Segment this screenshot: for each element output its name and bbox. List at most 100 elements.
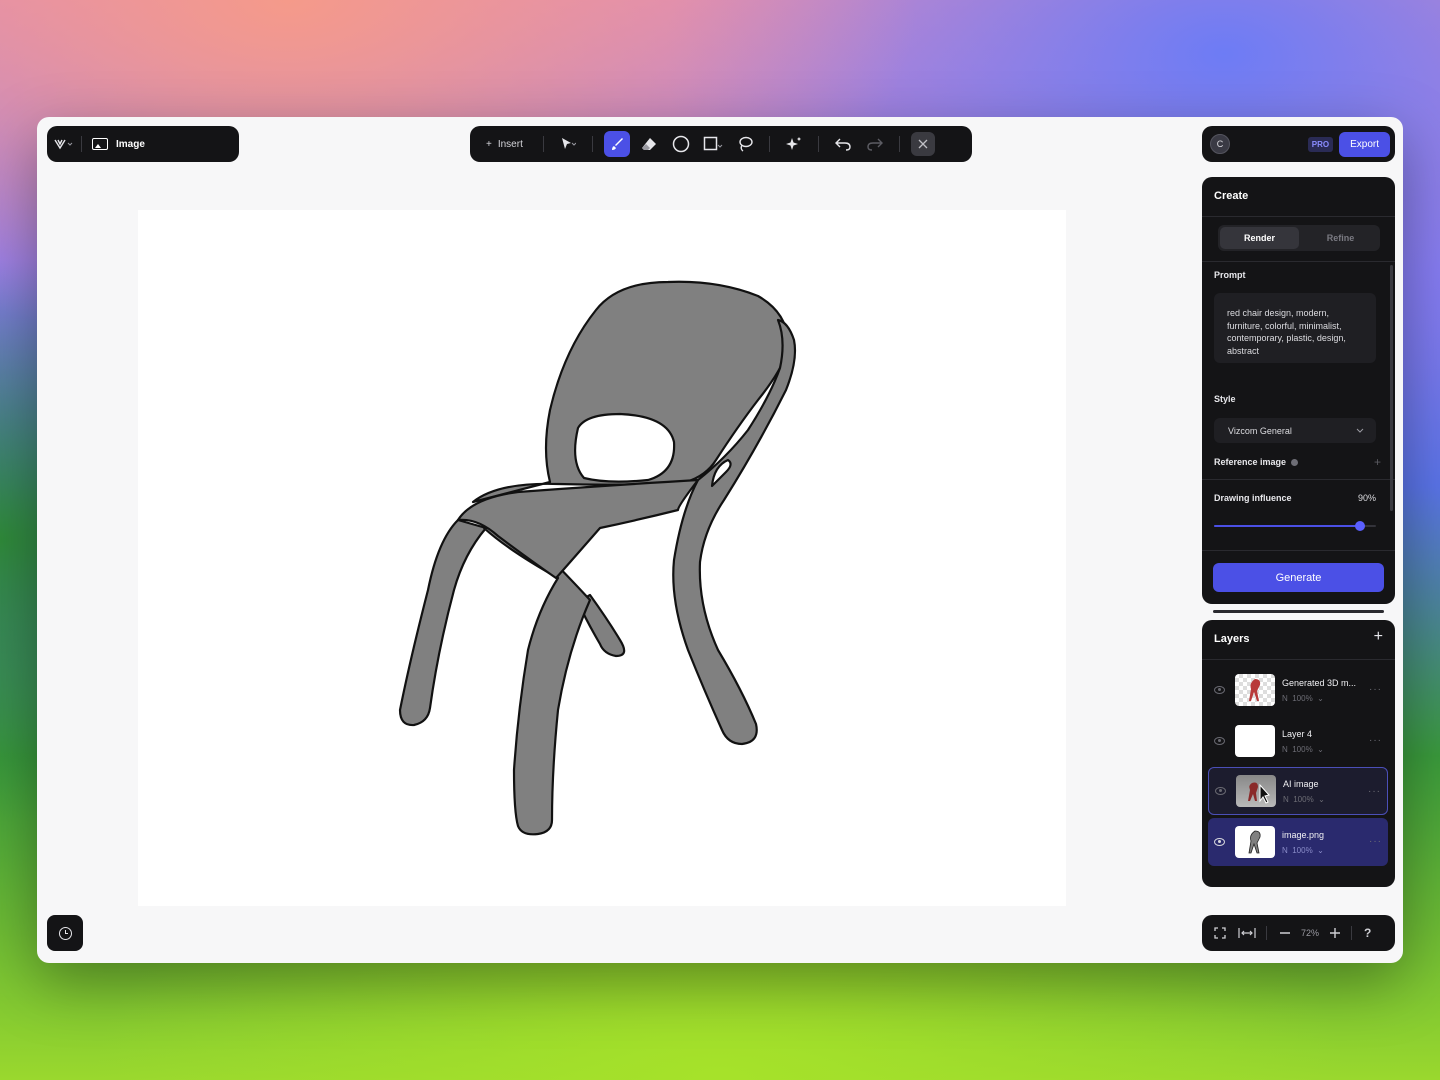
chair-middle-leg bbox=[482, 526, 592, 836]
zoom-out-button[interactable] bbox=[1279, 927, 1291, 939]
fullscreen-button[interactable] bbox=[1214, 927, 1226, 939]
app-logo-menu[interactable] bbox=[47, 126, 81, 162]
influence-label: Drawing influence bbox=[1214, 493, 1292, 503]
layer-name: AI image bbox=[1283, 778, 1319, 789]
magic-icon bbox=[785, 137, 801, 150]
blend-mode: N bbox=[1282, 744, 1288, 754]
chair-sketch bbox=[398, 280, 797, 836]
brush-tool-button[interactable] bbox=[603, 131, 630, 157]
layer-blend[interactable]: N 100% ⌄ bbox=[1282, 846, 1324, 855]
prompt-input[interactable]: red chair design, modern, furniture, col… bbox=[1214, 293, 1376, 363]
visibility-icon[interactable] bbox=[1214, 737, 1225, 745]
divider bbox=[542, 136, 544, 152]
undo-icon bbox=[834, 138, 851, 151]
influence-value: 90% bbox=[1357, 493, 1376, 503]
chair-left-leg bbox=[398, 518, 488, 727]
slider-thumb[interactable] bbox=[1354, 521, 1365, 531]
close-tool-button[interactable] bbox=[910, 132, 935, 156]
avatar[interactable]: C bbox=[1210, 134, 1230, 154]
eraser-tool-button[interactable] bbox=[636, 131, 662, 157]
drawing-canvas[interactable] bbox=[138, 210, 1066, 906]
zoom-in-button[interactable] bbox=[1329, 927, 1341, 939]
more-icon[interactable]: ··· bbox=[1369, 735, 1382, 746]
influence-slider[interactable] bbox=[1214, 521, 1376, 531]
history-button[interactable] bbox=[47, 915, 83, 951]
layer-row[interactable]: Generated 3D m... N 100% ⌄ ··· bbox=[1208, 666, 1388, 714]
reference-image-label: Reference image bbox=[1214, 457, 1299, 467]
layer-meta: image.png N 100% ⌄ bbox=[1282, 830, 1324, 855]
rectangle-tool-button[interactable] bbox=[700, 131, 726, 157]
lasso-tool-button[interactable] bbox=[732, 131, 758, 157]
panel-scrollbar[interactable] bbox=[1390, 265, 1393, 511]
minus-icon bbox=[1280, 932, 1290, 934]
layer-meta: Generated 3D m... N 100% ⌄ bbox=[1282, 678, 1356, 703]
slider-fill bbox=[1214, 525, 1360, 527]
divider bbox=[1202, 479, 1395, 480]
blend-mode: N bbox=[1283, 794, 1289, 804]
layer-thumbnail bbox=[1235, 674, 1275, 706]
insert-button[interactable]: + Insert bbox=[470, 139, 535, 150]
divider bbox=[1202, 659, 1395, 660]
magic-tool-button[interactable] bbox=[781, 131, 807, 157]
prompt-label: Prompt bbox=[1214, 270, 1246, 280]
help-button[interactable]: ? bbox=[1364, 926, 1371, 940]
toolbar: + Insert bbox=[470, 126, 972, 162]
more-icon[interactable]: ··· bbox=[1369, 836, 1382, 847]
style-label: Style bbox=[1214, 394, 1236, 404]
generate-button[interactable]: Generate bbox=[1213, 563, 1384, 592]
zoom-value[interactable]: 72% bbox=[1301, 928, 1319, 938]
divider bbox=[1202, 216, 1395, 217]
file-menu: Image bbox=[47, 126, 239, 162]
tab-refine[interactable]: Refine bbox=[1301, 225, 1380, 251]
logo-icon bbox=[54, 139, 73, 150]
app-window: Image + Insert C PRO Export Create Rende… bbox=[37, 117, 1403, 963]
add-reference-button[interactable]: + bbox=[1374, 455, 1381, 469]
divider bbox=[1202, 550, 1395, 551]
plus-icon bbox=[1330, 928, 1341, 938]
file-name[interactable]: Image bbox=[116, 139, 145, 150]
undo-button[interactable] bbox=[830, 131, 856, 157]
visibility-icon[interactable] bbox=[1214, 686, 1225, 694]
close-icon bbox=[918, 139, 928, 149]
layer-row[interactable]: AI image N 100% ⌄ ··· bbox=[1208, 767, 1388, 815]
rectangle-icon bbox=[703, 136, 723, 151]
ellipse-tool-button[interactable] bbox=[668, 131, 694, 157]
layer-name: image.png bbox=[1282, 829, 1325, 840]
divider bbox=[1266, 926, 1267, 940]
layer-row[interactable]: image.png N 100% ⌄ ··· bbox=[1208, 818, 1388, 866]
more-icon[interactable]: ··· bbox=[1368, 786, 1381, 797]
ellipse-icon bbox=[672, 135, 690, 153]
divider bbox=[1202, 261, 1395, 262]
layer-blend[interactable]: N 100% ⌄ bbox=[1282, 694, 1356, 703]
add-layer-button[interactable]: + bbox=[1374, 628, 1383, 646]
fit-width-icon bbox=[1238, 928, 1256, 938]
blend-mode: N bbox=[1282, 693, 1288, 703]
layers-panel-title: Layers bbox=[1214, 633, 1250, 645]
panel-resize-handle[interactable] bbox=[1213, 610, 1384, 613]
create-panel: Create Render Refine Prompt red chair de… bbox=[1202, 177, 1395, 604]
layer-meta: AI image N 100% ⌄ bbox=[1283, 779, 1325, 804]
redo-button[interactable] bbox=[862, 131, 888, 157]
select-icon bbox=[561, 138, 576, 149]
select-tool-button[interactable] bbox=[555, 131, 581, 157]
style-select[interactable]: Vizcom General bbox=[1214, 418, 1376, 443]
export-button[interactable]: Export bbox=[1339, 131, 1390, 157]
brush-icon bbox=[611, 138, 623, 150]
visibility-icon[interactable] bbox=[1214, 838, 1225, 846]
chair-sketch-thumbnail bbox=[1248, 830, 1261, 854]
layer-blend[interactable]: N 100% ⌄ bbox=[1282, 745, 1324, 754]
fit-width-button[interactable] bbox=[1238, 927, 1256, 939]
more-icon[interactable]: ··· bbox=[1369, 684, 1382, 695]
info-icon[interactable] bbox=[1291, 459, 1299, 467]
layer-blend[interactable]: N 100% ⌄ bbox=[1283, 795, 1325, 804]
layer-row[interactable]: Layer 4 N 100% ⌄ ··· bbox=[1208, 717, 1388, 765]
chevron-down-icon bbox=[1356, 428, 1364, 433]
redo-icon bbox=[867, 138, 883, 151]
pro-badge: PRO bbox=[1307, 136, 1334, 152]
tab-render[interactable]: Render bbox=[1220, 227, 1299, 249]
visibility-icon[interactable] bbox=[1215, 787, 1226, 795]
layer-opacity: 100% bbox=[1293, 794, 1314, 804]
account-bar: C PRO Export bbox=[1202, 126, 1395, 162]
divider bbox=[817, 136, 819, 152]
layer-name: Generated 3D m... bbox=[1282, 677, 1357, 688]
